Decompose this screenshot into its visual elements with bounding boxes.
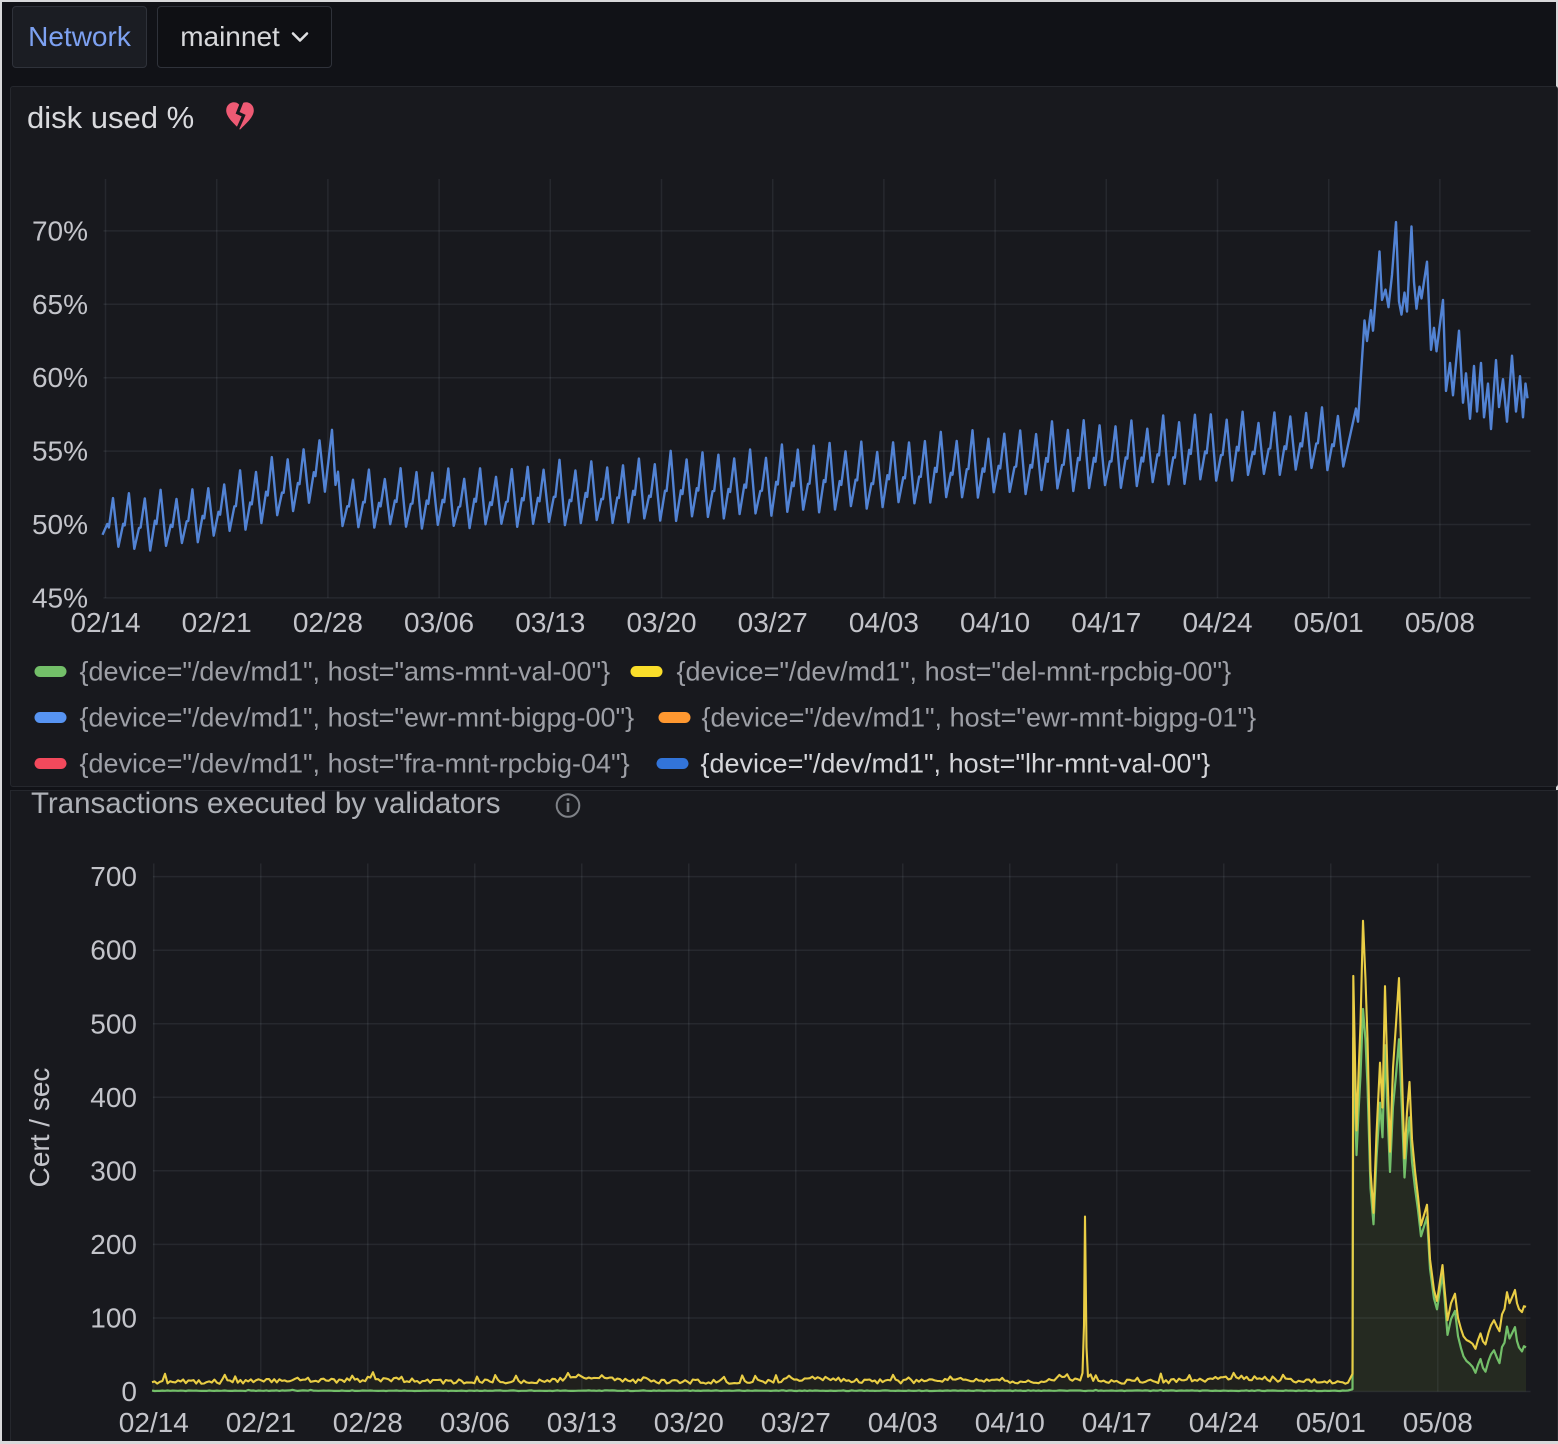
svg-text:100: 100 <box>90 1303 137 1334</box>
svg-text:02/21: 02/21 <box>182 607 252 638</box>
svg-text:{device="/dev/md1", host="lhr-: {device="/dev/md1", host="lhr-mnt-val-00… <box>701 749 1211 779</box>
svg-text:04/24: 04/24 <box>1189 1407 1259 1438</box>
svg-text:55%: 55% <box>32 436 88 467</box>
svg-text:04/03: 04/03 <box>868 1407 938 1438</box>
svg-text:04/17: 04/17 <box>1071 607 1141 638</box>
svg-text:{device="/dev/md1", host="ewr-: {device="/dev/md1", host="ewr-mnt-bigpg-… <box>702 703 1257 733</box>
svg-text:05/01: 05/01 <box>1294 607 1364 638</box>
svg-text:{device="/dev/md1", host="fra-: {device="/dev/md1", host="fra-mnt-rpcbig… <box>80 749 630 779</box>
svg-text:400: 400 <box>90 1082 137 1113</box>
svg-text:65%: 65% <box>32 289 88 320</box>
svg-text:50%: 50% <box>32 509 88 540</box>
svg-text:03/13: 03/13 <box>547 1407 617 1438</box>
svg-text:0: 0 <box>121 1376 137 1407</box>
svg-text:04/03: 04/03 <box>849 607 919 638</box>
svg-text:02/14: 02/14 <box>119 1407 189 1438</box>
svg-text:60%: 60% <box>32 362 88 393</box>
svg-text:05/08: 05/08 <box>1405 607 1475 638</box>
svg-text:03/20: 03/20 <box>654 1407 724 1438</box>
svg-text:{device="/dev/md1", host="ams-: {device="/dev/md1", host="ams-mnt-val-00… <box>80 657 611 687</box>
svg-text:04/10: 04/10 <box>960 607 1030 638</box>
svg-text:03/06: 03/06 <box>404 607 474 638</box>
svg-text:{device="/dev/md1", host="ewr-: {device="/dev/md1", host="ewr-mnt-bigpg-… <box>80 703 635 733</box>
svg-text:02/14: 02/14 <box>70 607 140 638</box>
svg-text:04/10: 04/10 <box>975 1407 1045 1438</box>
svg-text:03/06: 03/06 <box>440 1407 510 1438</box>
svg-text:300: 300 <box>90 1155 137 1186</box>
svg-text:Cert / sec: Cert / sec <box>24 1068 55 1188</box>
svg-text:03/20: 03/20 <box>626 607 696 638</box>
svg-text:03/27: 03/27 <box>738 607 808 638</box>
svg-text:02/28: 02/28 <box>333 1407 403 1438</box>
svg-text:70%: 70% <box>32 215 88 246</box>
svg-text:{device="/dev/md1", host="del-: {device="/dev/md1", host="del-mnt-rpcbig… <box>677 657 1232 687</box>
svg-text:03/13: 03/13 <box>515 607 585 638</box>
svg-text:03/27: 03/27 <box>761 1407 831 1438</box>
svg-text:05/01: 05/01 <box>1296 1407 1366 1438</box>
svg-text:600: 600 <box>90 935 137 966</box>
svg-text:04/24: 04/24 <box>1182 607 1252 638</box>
svg-text:02/21: 02/21 <box>226 1407 296 1438</box>
svg-text:04/17: 04/17 <box>1082 1407 1152 1438</box>
svg-text:05/08: 05/08 <box>1403 1407 1473 1438</box>
svg-text:02/28: 02/28 <box>293 607 363 638</box>
svg-text:700: 700 <box>90 861 137 892</box>
svg-text:200: 200 <box>90 1229 137 1260</box>
svg-text:500: 500 <box>90 1008 137 1039</box>
